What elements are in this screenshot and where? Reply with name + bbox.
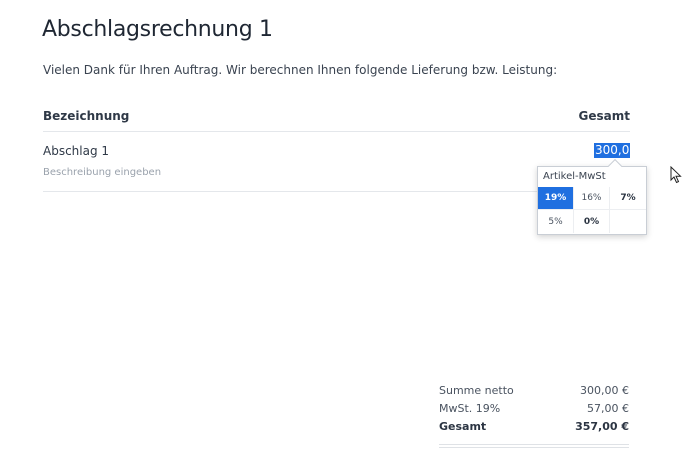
vat-popover-title: Artikel-MwSt [543,171,606,182]
totals-divider [439,444,629,445]
item-vat-popover: Artikel-MwSt 19% 16% 7% 5% 0% [537,166,647,235]
totals-vat-label: MwSt. 19% [439,402,501,415]
totals-net-value: 300,00 € [580,384,629,397]
vat-option-19[interactable]: 19% [538,187,574,210]
line-item-name[interactable]: Abschlag 1 [43,144,109,158]
vat-rate-grid: 19% 16% 7% 5% 0% [538,187,646,233]
vat-option-16[interactable]: 16% [574,187,610,210]
totals-net-label: Summe netto [439,384,514,397]
vat-option-empty [610,210,646,233]
column-header-description: Bezeichnung [43,109,130,123]
totals-double-divider [439,447,629,448]
mouse-pointer-icon [670,166,682,184]
line-item-amount-input[interactable] [594,143,630,158]
line-item-description-field[interactable]: Beschreibung eingeben [43,167,161,178]
totals-gross-label: Gesamt [439,420,487,433]
header-divider [43,131,630,132]
document-title: Abschlagsrechnung 1 [42,17,273,42]
column-header-total: Gesamt [578,109,630,123]
invoice-page: Abschlagsrechnung 1 Vielen Dank für Ihre… [0,0,688,461]
intro-text: Vielen Dank für Ihren Auftrag. Wir berec… [43,63,558,77]
totals-vat-value: 57,00 € [587,402,629,415]
totals-gross-value: 357,00 € [575,420,629,433]
vat-option-0[interactable]: 0% [574,210,610,233]
vat-option-5[interactable]: 5% [538,210,574,233]
vat-option-7[interactable]: 7% [610,187,646,210]
